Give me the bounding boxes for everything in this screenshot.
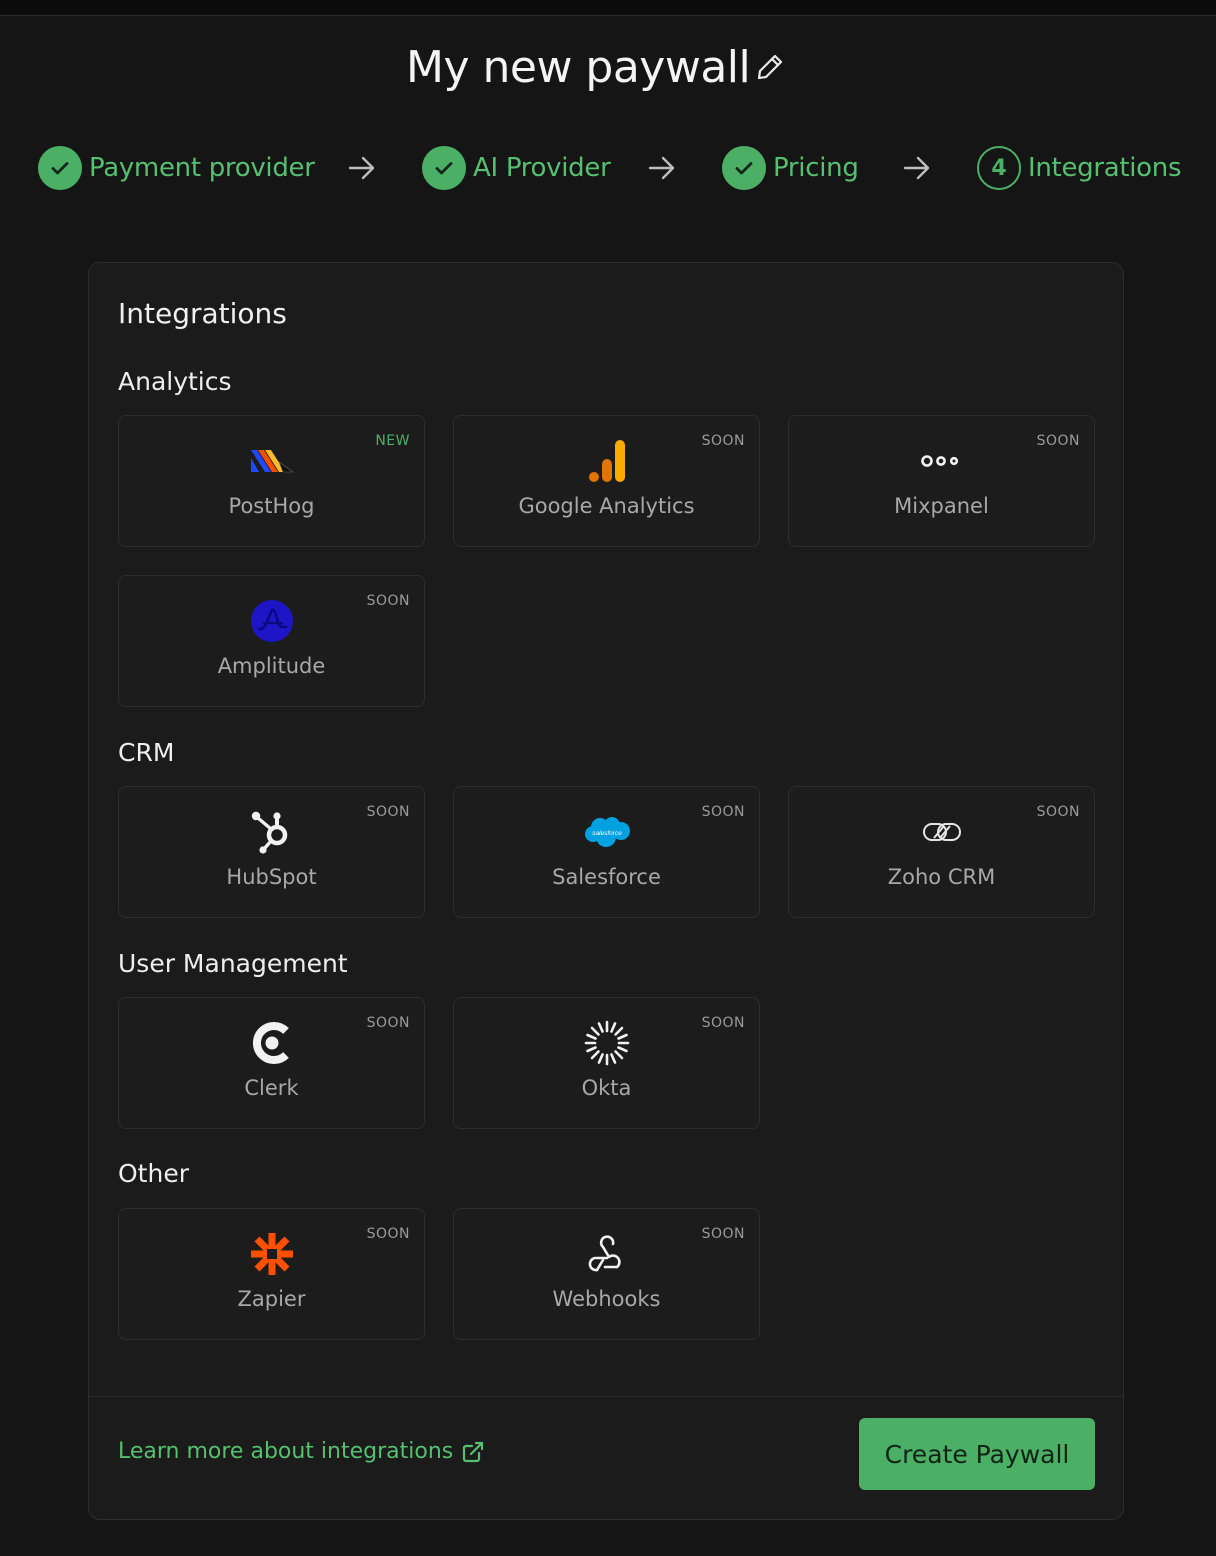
soon-badge: SOON — [1036, 433, 1080, 449]
step-label: Payment provider — [89, 153, 315, 183]
salesforce-wordmark: salesforce — [592, 830, 622, 837]
integration-tile-zapier[interactable]: SOON Zapier — [118, 1208, 425, 1340]
step-label: Pricing — [773, 153, 859, 183]
step-ai-provider[interactable]: AI Provider — [422, 146, 611, 190]
integration-tile-google-analytics[interactable]: SOON Google Analytics — [453, 415, 760, 547]
section-title-crm: CRM — [118, 738, 175, 767]
check-icon — [422, 146, 466, 190]
integration-name: Amplitude — [217, 654, 326, 678]
step-pricing[interactable]: Pricing — [722, 146, 859, 190]
integration-tile-webhooks[interactable]: SOON Webhooks — [453, 1208, 760, 1340]
integrations-card: Integrations Analytics NEW PostHog SOON … — [88, 262, 1124, 1520]
arrow-right-icon — [348, 156, 375, 180]
integration-name: Webhooks — [552, 1287, 661, 1311]
soon-badge: SOON — [701, 433, 745, 449]
integration-tile-zoho-crm[interactable]: SOON Zoho CRM — [788, 786, 1095, 918]
stepper: Payment provider AI Provider Pricing 4 I… — [0, 146, 1216, 190]
soon-badge: SOON — [701, 804, 745, 820]
arrow-right-icon — [903, 156, 930, 180]
arrow-right-icon — [648, 156, 675, 180]
integration-name: HubSpot — [226, 865, 317, 889]
window-top-bar — [0, 0, 1216, 16]
integration-tile-mixpanel[interactable]: SOON Mixpanel — [788, 415, 1095, 547]
integration-tile-posthog[interactable]: NEW PostHog — [118, 415, 425, 547]
check-icon — [38, 146, 82, 190]
google-analytics-logo — [582, 436, 632, 486]
section-title-analytics: Analytics — [118, 367, 232, 396]
integration-tile-clerk[interactable]: SOON Clerk — [118, 997, 425, 1129]
section-title-user-management: User Management — [118, 949, 348, 978]
integration-name: Mixpanel — [894, 494, 989, 518]
step-payment-provider[interactable]: Payment provider — [38, 146, 315, 190]
integration-tile-okta[interactable]: SOON Okta — [453, 997, 760, 1129]
integration-tile-salesforce[interactable]: SOON salesforce Salesforce — [453, 786, 760, 918]
zoho-logo — [917, 807, 967, 857]
step-label: Integrations — [1028, 153, 1182, 183]
mixpanel-logo — [917, 436, 967, 486]
card-title: Integrations — [118, 297, 287, 330]
soon-badge: SOON — [366, 804, 410, 820]
check-icon — [722, 146, 766, 190]
learn-more-label: Learn more about integrations — [118, 1439, 454, 1464]
soon-badge: SOON — [1036, 804, 1080, 820]
step-number: 4 — [977, 146, 1021, 190]
step-integrations[interactable]: 4 Integrations — [977, 146, 1182, 190]
section-title-other: Other — [118, 1159, 189, 1188]
integration-name: Salesforce — [552, 865, 661, 889]
hubspot-logo — [247, 807, 297, 857]
integration-name: Zapier — [237, 1287, 306, 1311]
soon-badge: SOON — [366, 1015, 410, 1031]
integration-name: Clerk — [244, 1076, 299, 1100]
pencil-icon[interactable] — [754, 51, 786, 83]
integration-name: PostHog — [228, 494, 315, 518]
learn-more-link[interactable]: Learn more about integrations — [118, 1439, 485, 1464]
soon-badge: SOON — [366, 593, 410, 609]
new-badge: NEW — [375, 433, 410, 449]
integration-name: Okta — [581, 1076, 632, 1100]
integration-name: Zoho CRM — [887, 865, 996, 889]
webhook-icon — [582, 1229, 632, 1279]
integration-name: Google Analytics — [518, 494, 695, 518]
salesforce-logo: salesforce — [582, 807, 632, 857]
soon-badge: SOON — [366, 1226, 410, 1242]
zapier-logo — [247, 1229, 297, 1279]
title-row: My new paywall — [0, 40, 1216, 96]
soon-badge: SOON — [701, 1015, 745, 1031]
step-label: AI Provider — [473, 153, 611, 183]
external-link-icon — [463, 1441, 484, 1462]
posthog-logo — [247, 436, 297, 486]
integration-tile-hubspot[interactable]: SOON HubSpot — [118, 786, 425, 918]
clerk-logo — [247, 1018, 297, 1068]
integration-tile-amplitude[interactable]: SOON Amplitude — [118, 575, 425, 707]
card-footer: Learn more about integrations Create Pay… — [89, 1396, 1123, 1519]
create-paywall-button[interactable]: Create Paywall — [859, 1418, 1095, 1490]
page-title: My new paywall — [406, 42, 751, 93]
soon-badge: SOON — [701, 1226, 745, 1242]
amplitude-logo — [247, 596, 297, 646]
okta-logo — [582, 1018, 632, 1068]
